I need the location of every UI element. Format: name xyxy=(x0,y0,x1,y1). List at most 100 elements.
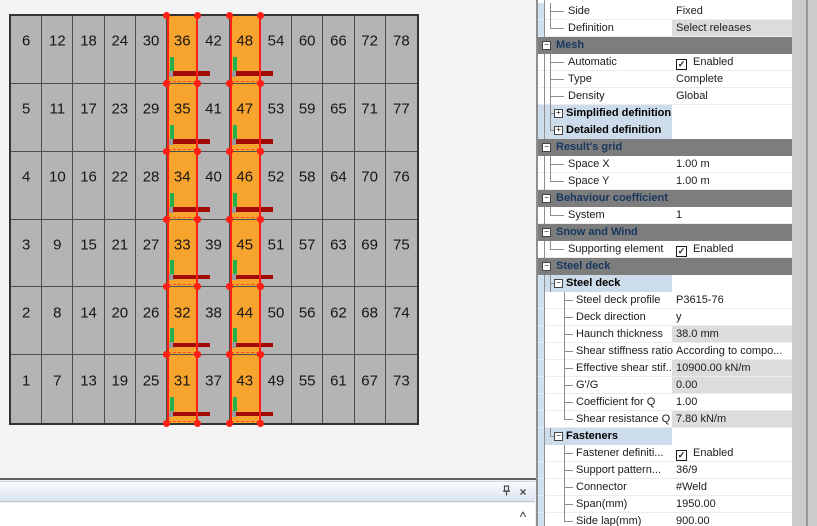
panel-cell[interactable]: 56 xyxy=(292,287,324,356)
panel-cell[interactable]: 75 xyxy=(385,220,417,288)
property-value[interactable]: ✓ Enabled xyxy=(672,445,792,461)
panel-cell[interactable]: 61 xyxy=(323,355,355,423)
property-value[interactable]: 1.00 xyxy=(672,394,792,410)
panel-cell[interactable]: 18 xyxy=(73,16,105,84)
panel-cell[interactable]: 3 xyxy=(11,219,43,288)
panel-cell[interactable]: 14 xyxy=(73,287,105,356)
property-value[interactable]: P3615-76 xyxy=(672,292,792,308)
property-value[interactable]: Complete xyxy=(672,71,792,87)
panel-cell[interactable]: 1 xyxy=(11,355,43,423)
panel-cell[interactable]: 21 xyxy=(104,219,136,288)
panel-cell[interactable]: 16 xyxy=(73,151,105,220)
panel-cell[interactable]: 46 xyxy=(225,147,273,223)
panel-cell[interactable]: 63 xyxy=(323,219,355,288)
panel-cell[interactable]: 15 xyxy=(73,219,105,288)
expand-icon[interactable]: + xyxy=(554,108,563,118)
property-value[interactable]: y xyxy=(672,309,792,325)
panel-cell[interactable]: 19 xyxy=(105,355,136,423)
collapse-icon[interactable]: − xyxy=(554,278,563,288)
panel-cell[interactable]: 73 xyxy=(386,355,417,423)
panel-cell[interactable]: 10 xyxy=(42,151,74,220)
property-value[interactable]: 36/9 xyxy=(672,462,792,478)
property-value[interactable]: 900.00 xyxy=(672,513,792,526)
panel-cell[interactable]: 22 xyxy=(104,151,136,220)
panel-cell[interactable]: 28 xyxy=(135,151,168,220)
panel-cell[interactable]: 43 xyxy=(225,351,273,427)
property-value[interactable]: 38.0 mm xyxy=(672,326,792,342)
panel-cell[interactable]: 12 xyxy=(42,16,74,84)
property-value[interactable]: #Weld xyxy=(672,479,792,495)
collapse-icon[interactable]: − xyxy=(542,261,551,271)
panel-cell[interactable]: 9 xyxy=(42,219,74,288)
property-value[interactable]: 1.00 m xyxy=(672,156,792,172)
panel-cell[interactable]: 24 xyxy=(104,16,136,84)
property-value[interactable]: 0.00 xyxy=(672,377,792,393)
panel-cell[interactable]: 36 xyxy=(163,12,211,87)
panel-cell[interactable]: 8 xyxy=(42,287,74,356)
checkbox[interactable]: ✓ xyxy=(676,246,687,257)
panel-cell[interactable]: 71 xyxy=(354,83,386,152)
property-value[interactable]: 1950.00 xyxy=(672,496,792,512)
property-value[interactable]: 1 xyxy=(672,207,792,223)
panel-cell[interactable]: 11 xyxy=(42,83,74,152)
panel-cell[interactable]: 65 xyxy=(323,83,355,152)
panel-cell[interactable]: 31 xyxy=(163,351,211,427)
property-value[interactable]: Fixed xyxy=(672,3,792,19)
property-value[interactable]: 7.80 kN/m xyxy=(672,411,792,427)
panel-cell[interactable]: 76 xyxy=(385,152,417,220)
panel-cell[interactable]: 78 xyxy=(385,16,417,84)
panel-cell[interactable]: 44 xyxy=(225,283,273,359)
panel-cell[interactable]: 59 xyxy=(292,83,324,152)
panel-cell[interactable]: 47 xyxy=(225,79,273,155)
panel-cell[interactable]: 58 xyxy=(292,151,324,220)
panel-cell[interactable]: 68 xyxy=(354,287,386,356)
panel-cell[interactable]: 4 xyxy=(11,151,43,220)
panel-cell[interactable]: 25 xyxy=(136,355,168,423)
collapse-icon[interactable]: − xyxy=(554,431,563,441)
panel-cell[interactable]: 67 xyxy=(355,355,386,423)
panel-cell[interactable]: 13 xyxy=(73,355,105,423)
expand-icon[interactable]: + xyxy=(554,125,563,135)
panel-cell[interactable]: 32 xyxy=(163,283,211,359)
panel-cell[interactable]: 72 xyxy=(354,16,386,84)
panel-cell[interactable]: 29 xyxy=(135,83,168,152)
panel-cell[interactable]: 60 xyxy=(292,16,324,84)
panel-cell[interactable]: 17 xyxy=(73,83,105,152)
property-value[interactable]: ✓ Enabled xyxy=(672,241,792,257)
panel-cell[interactable]: 27 xyxy=(135,219,168,288)
panel-cell[interactable]: 64 xyxy=(323,151,355,220)
panel-cell[interactable]: 70 xyxy=(354,151,386,220)
panel-cell[interactable]: 74 xyxy=(385,287,417,356)
collapse-icon[interactable]: − xyxy=(542,227,551,237)
property-value[interactable]: 10900.00 kN/m xyxy=(672,360,792,376)
property-value[interactable]: 1.00 m xyxy=(672,173,792,189)
panel-cell[interactable]: 6 xyxy=(11,16,43,84)
property-value[interactable]: Global xyxy=(672,88,792,104)
panel-cell[interactable]: 20 xyxy=(104,287,136,356)
close-icon[interactable]: × xyxy=(516,485,530,499)
model-canvas[interactable]: 6 12 18 24 30 36 42 48 54 60 66 72 78 5 11 17 23 29 35 41 47… xyxy=(0,0,536,478)
panel-cell[interactable]: 34 xyxy=(163,147,211,223)
panel-cell[interactable]: 23 xyxy=(104,83,136,152)
checkbox[interactable]: ✓ xyxy=(676,59,687,70)
checkbox[interactable]: ✓ xyxy=(676,450,687,461)
scroll-up-button[interactable]: ∧ xyxy=(511,507,535,521)
panel-cell[interactable]: 57 xyxy=(292,219,324,288)
panel-cell[interactable]: 45 xyxy=(225,215,273,291)
panel-cell[interactable]: 7 xyxy=(42,355,74,423)
panel-cell[interactable]: 77 xyxy=(385,84,417,152)
property-value[interactable]: Select releases xyxy=(672,20,792,36)
panel-cell[interactable]: 66 xyxy=(323,16,355,84)
panel-cell[interactable]: 26 xyxy=(135,287,168,356)
panel-cell[interactable]: 55 xyxy=(292,355,324,423)
panel-cell[interactable]: 5 xyxy=(11,83,43,152)
collapse-icon[interactable]: − xyxy=(542,40,551,50)
panel-cell[interactable]: 33 xyxy=(163,215,211,291)
panel-cell[interactable]: 2 xyxy=(11,287,43,356)
panel-cell[interactable]: 62 xyxy=(323,287,355,356)
property-value[interactable]: ✓ Enabled xyxy=(672,54,792,70)
panel-cell[interactable]: 30 xyxy=(135,16,168,84)
panel-cell[interactable]: 69 xyxy=(354,219,386,288)
pin-icon[interactable] xyxy=(499,485,513,499)
collapse-icon[interactable]: − xyxy=(542,193,551,203)
